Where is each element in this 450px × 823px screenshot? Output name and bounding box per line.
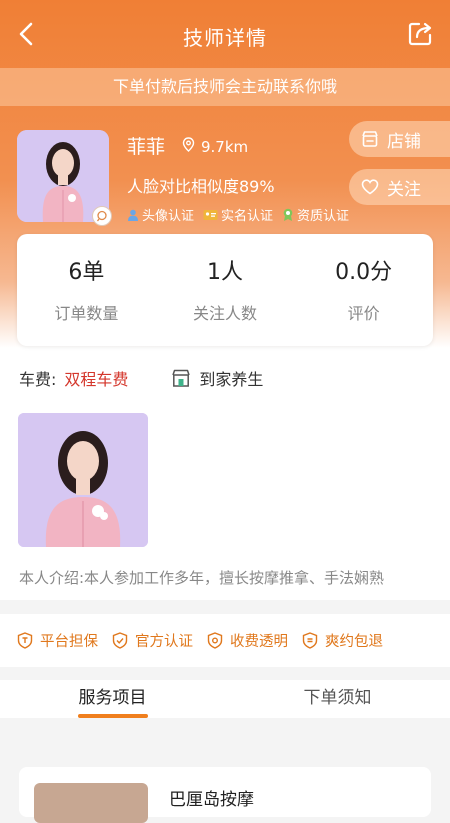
stat-value: 0.0分 <box>335 260 393 285</box>
certification-list: 头像认证 实名认证 资质认证 <box>127 205 349 224</box>
follow-label: 关注 <box>387 179 421 200</box>
user-icon <box>128 209 138 221</box>
service-name: 巴厘岛按摩 <box>169 790 254 810</box>
stat-label: 评价 <box>347 304 380 323</box>
cert-realname: 实名认证 <box>203 205 273 224</box>
location-pin-icon <box>182 137 195 152</box>
guarantee-label: 爽约包退 <box>325 634 383 650</box>
stats-card: 6单 订单数量 1人 关注人数 0.0分 评价 <box>17 234 433 346</box>
guarantee-official: 官方认证 <box>112 630 193 651</box>
service-type: 到家养生 <box>199 370 264 389</box>
distance-text: 9.7km <box>201 138 249 156</box>
follow-button[interactable]: 关注 <box>349 169 450 205</box>
face-similarity-text: 人脸对比相似度89% <box>127 177 275 196</box>
technician-name: 菲菲 <box>127 136 166 158</box>
guarantee-label: 平台担保 <box>40 634 98 650</box>
cert-label: 实名认证 <box>221 209 274 224</box>
home-service-icon <box>172 369 191 387</box>
stat-label: 关注人数 <box>193 304 258 323</box>
guarantee-refund: 爽约包退 <box>302 630 383 651</box>
fee-label: 车费: <box>19 370 57 389</box>
stat-value: 1人 <box>207 260 243 285</box>
technician-photo[interactable] <box>18 413 148 547</box>
page-title: 技师详情 <box>183 26 267 50</box>
guarantee-platform: 平台担保 <box>17 630 98 651</box>
tab-service-items[interactable]: 服务项目 <box>0 680 225 718</box>
medal-icon <box>283 208 293 221</box>
shield-refund-icon <box>302 632 318 649</box>
shield-icon <box>17 632 33 649</box>
order-notice-banner: 下单付款后技师会主动联系你哦 <box>0 68 450 106</box>
detail-tabs: 服务项目 下单须知 <box>0 680 450 718</box>
tab-order-notice[interactable]: 下单须知 <box>225 680 450 718</box>
stat-label: 订单数量 <box>54 304 119 323</box>
guarantee-bar: 平台担保 官方认证 收费透明 爽约包退 <box>0 614 450 667</box>
self-introduction: 本人介绍:本人参加工作多年，擅长按摩推拿、手法娴熟 <box>19 569 385 587</box>
shield-check-icon <box>112 632 128 649</box>
cert-label: 头像认证 <box>142 209 195 224</box>
stat-rating[interactable]: 0.0分 评价 <box>294 234 433 346</box>
shop-button[interactable]: 店铺 <box>349 121 450 157</box>
nav-bar: 技师详情 <box>0 0 450 68</box>
shop-label: 店铺 <box>387 131 421 152</box>
cert-avatar: 头像认证 <box>127 205 194 224</box>
fee-row: 车费: 双程车费 到家养生 <box>19 366 263 390</box>
shop-icon <box>362 131 378 147</box>
stat-value: 6单 <box>68 260 105 285</box>
chat-icon[interactable] <box>92 206 112 226</box>
guarantee-label: 收费透明 <box>230 634 288 650</box>
guarantee-transparent: 收费透明 <box>207 630 288 651</box>
stat-followers[interactable]: 1人 关注人数 <box>156 234 295 346</box>
service-card[interactable]: 巴厘岛按摩 <box>19 767 431 823</box>
id-card-icon <box>203 209 218 220</box>
shield-eye-icon <box>207 632 223 649</box>
share-icon[interactable] <box>406 20 434 48</box>
service-thumbnail <box>34 783 148 823</box>
heart-icon <box>361 179 379 195</box>
guarantee-label: 官方认证 <box>135 634 193 650</box>
cert-label: 资质认证 <box>297 209 350 224</box>
cert-qualification: 资质认证 <box>282 205 349 224</box>
fee-value: 双程车费 <box>64 370 129 389</box>
stat-orders[interactable]: 6单 订单数量 <box>17 234 156 346</box>
